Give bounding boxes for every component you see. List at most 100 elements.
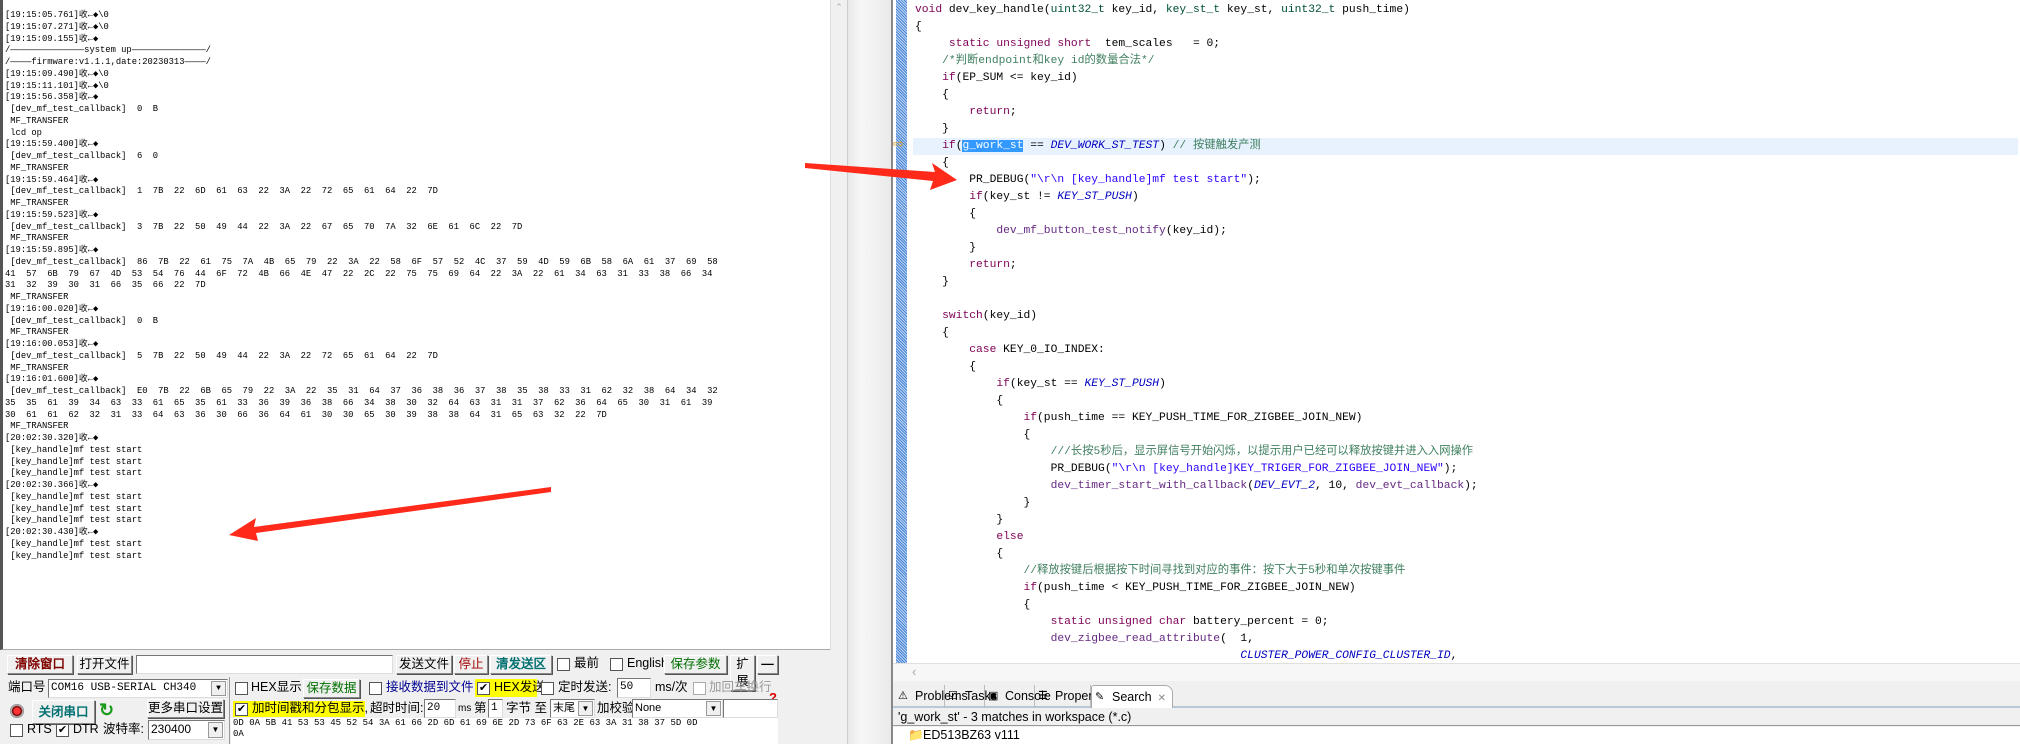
code-token: static unsigned short (915, 38, 1092, 50)
file-path-input[interactable] (136, 655, 393, 674)
code-token: , (1450, 650, 1458, 662)
problems-icon: ⚠ (898, 690, 908, 702)
code-token: ; (1009, 106, 1017, 118)
chevron-down-icon[interactable]: ▼ (706, 701, 721, 716)
code-token: g_work_st (962, 140, 1024, 152)
code-token: (push_time == KEY_PUSH_TIME_FOR_ZIGBEE_J… (1037, 412, 1363, 424)
code-line: } (915, 512, 2018, 529)
clear-window-button[interactable]: 清除窗口 (7, 655, 73, 674)
checksum-label: 加校验 (597, 701, 635, 715)
serial-receive-area[interactable]: [19:15:05.761]收←◆\0 [19:15:07.271]收←◆\0 [1… (0, 0, 847, 650)
search-result-tree[interactable]: 📁 ED513BZ63 v111 (893, 727, 2020, 744)
open-file-button[interactable]: 打开文件 (77, 655, 132, 674)
tree-item-project[interactable]: ED513BZ63 v111 (923, 727, 1020, 744)
code-text[interactable]: void dev_key_handle(uint32_t key_id, key… (913, 2, 2018, 665)
end-value: 末尾 (553, 702, 575, 714)
log-line: MF_TRANSFER (5, 198, 69, 208)
hex-send-checkbox[interactable]: ✔ (477, 682, 490, 695)
log-line: [dev_mf_test_callback] 3 7B 22 50 49 44 … (5, 221, 523, 232)
collapse-button[interactable]: — (757, 655, 778, 674)
receive-scrollbar[interactable]: ⌃ (830, 0, 847, 650)
code-line: { (915, 87, 2018, 104)
code-token: push_time) (1335, 4, 1410, 16)
code-line: if(EP_SUM <= key_id) (915, 70, 2018, 87)
code-token: ); (1247, 174, 1261, 186)
interval-input[interactable]: 50 (617, 678, 651, 698)
log-line: /————firmware:v1.1.1,date:20230313————/ (5, 57, 211, 67)
scroll-left-icon[interactable]: ‹ (912, 664, 916, 679)
chevron-down-icon[interactable]: ▼ (208, 722, 223, 738)
log-line: [dev_mf_test_callback] 0 B (5, 104, 159, 114)
hex-send-label: HEX发送 (494, 680, 545, 694)
code-line: ///长按5秒后，显示屏信号开始闪烁，以提示用户已经可以释放按键并进入入网操作 (915, 444, 2018, 461)
baud-select[interactable]: 230400 ▼ (148, 720, 225, 740)
chevron-down-icon[interactable]: ▼ (211, 681, 226, 696)
add-crlf-checkbox[interactable] (693, 682, 706, 695)
refresh-icon[interactable]: ↻ (99, 700, 114, 721)
code-token: dev_key_handle( (942, 4, 1051, 16)
code-token: // 按键触发产测 (1172, 140, 1261, 152)
code-token: } (915, 497, 1031, 509)
code-token: if (915, 378, 1010, 390)
code-token: switch (915, 310, 983, 322)
checksum-value: None (635, 702, 662, 714)
log-line: [key_handle]mf test start (5, 515, 143, 526)
recv-to-file-checkbox[interactable] (369, 682, 382, 695)
port-value: COM16 USB-SERIAL CH340 (51, 682, 197, 694)
log-line: [dev_mf_test_callback] 86 7B 22 61 75 7A… (5, 256, 718, 267)
send-textarea[interactable]: 0D 0A 5B 41 53 53 45 52 54 3A 61 66 2D 6… (231, 718, 778, 744)
code-line: { (915, 597, 2018, 614)
code-token: == (1023, 140, 1051, 152)
topmost-checkbox[interactable] (557, 658, 570, 671)
hex-display-checkbox[interactable] (235, 682, 248, 695)
timeout-input[interactable]: 20 (424, 699, 456, 718)
more-settings-button[interactable]: 更多串口设置 (147, 699, 224, 718)
log-line: [19:15:59.523]收←◆ (5, 209, 99, 220)
english-checkbox[interactable] (610, 658, 623, 671)
code-line: dev_zigbee_read_attribute( 1, (915, 631, 2018, 648)
tab-problems[interactable]: ⚠ Problems (895, 685, 968, 708)
checksum-select[interactable]: None ▼ (632, 699, 723, 718)
log-line: [dev_mf_test_callback] 1 7B 22 6D 61 63 … (5, 186, 438, 197)
timeout-label: 超时时间: (370, 701, 424, 715)
tab-tasks[interactable]: ☑ Tasks (945, 685, 997, 708)
timestamp-checkbox[interactable]: ✔ (235, 703, 248, 716)
nth-input[interactable]: 1 (488, 699, 503, 718)
code-token: } (915, 276, 949, 288)
close-icon[interactable]: ✕ (1158, 693, 1166, 704)
code-line: { (915, 155, 2018, 172)
window-divider (847, 0, 893, 744)
stop-button[interactable]: 停止 (454, 655, 488, 674)
save-data-button[interactable]: 保存数据 (303, 679, 360, 698)
log-line: 41 57 6B 79 67 4D 53 54 76 44 6F 72 4B 6… (5, 268, 713, 279)
tab-console[interactable]: ▣ Console (985, 685, 1051, 708)
tab-properties[interactable]: ☰ Properties (1035, 685, 1112, 708)
end-select[interactable]: 末尾 ▼ (550, 699, 595, 718)
baud-label: 波特率: (103, 722, 144, 736)
log-line: MF_TRANSFER (5, 162, 69, 173)
code-token: DEV_EVT_2 (1253, 480, 1315, 492)
log-line: MF_TRANSFER (5, 115, 69, 126)
editor-horizontal-scrollbar[interactable]: ‹ (893, 663, 2020, 681)
rts-checkbox[interactable] (10, 724, 23, 737)
save-params-button[interactable]: 保存参数 (664, 655, 727, 674)
log-line: [key_handle]mf test start (5, 468, 143, 479)
clear-send-button[interactable]: 清发送区 (490, 655, 552, 674)
code-token: ( 1, (1220, 633, 1254, 645)
panel-separator (229, 677, 230, 744)
code-token: static unsigned char (915, 616, 1187, 628)
port-select[interactable]: COM16 USB-SERIAL CH340 ▼ (48, 679, 228, 698)
timestamp-label: 加时间戳和分包显示, (252, 701, 368, 715)
log-line: [20:02:30.320]收←◆ (5, 433, 99, 443)
dtr-checkbox[interactable]: ✔ (56, 724, 69, 737)
log-line: 35 35 61 39 34 63 33 61 65 35 61 33 36 3… (5, 397, 713, 408)
scroll-up-icon[interactable]: ⌃ (831, 2, 847, 13)
send-file-button[interactable]: 发送文件 (396, 655, 452, 674)
code-line: dev_timer_start_with_callback(DEV_EVT_2,… (915, 478, 2018, 495)
tab-search[interactable]: ✎ Search ✕ (1091, 685, 1173, 708)
chevron-down-icon[interactable]: ▼ (578, 701, 593, 716)
code-editor[interactable]: ⇨ void dev_key_handle(uint32_t key_id, k… (893, 0, 2020, 681)
code-token: void (915, 4, 943, 16)
timed-send-checkbox[interactable] (541, 682, 554, 695)
